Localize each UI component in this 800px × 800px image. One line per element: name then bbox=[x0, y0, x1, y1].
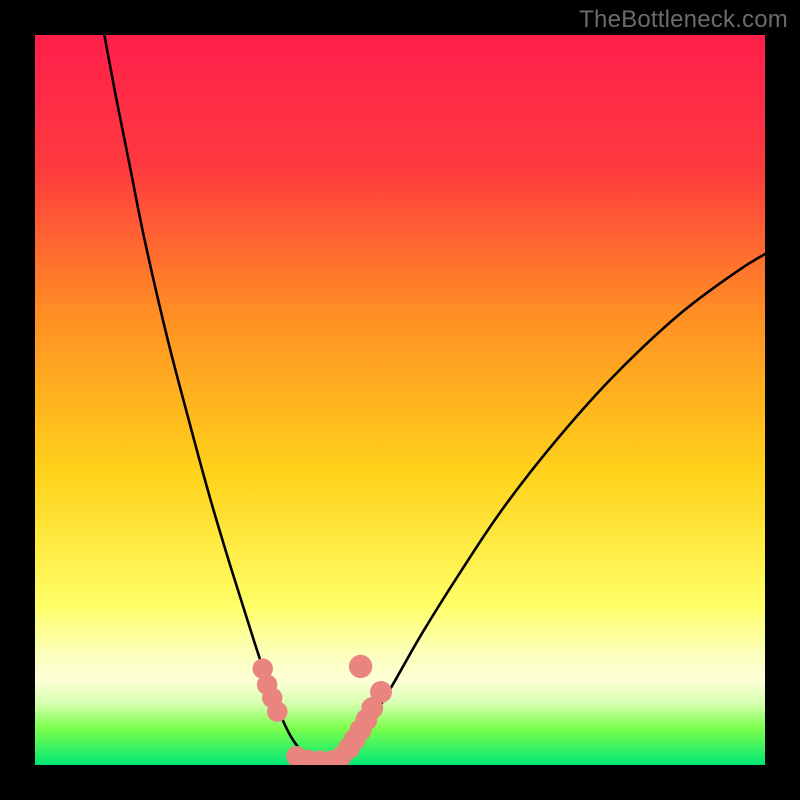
right-outlier-point bbox=[349, 655, 372, 678]
watermark-text: TheBottleneck.com bbox=[579, 6, 788, 34]
chart-svg bbox=[35, 35, 765, 765]
plot-area bbox=[35, 35, 765, 765]
gradient-background bbox=[35, 35, 765, 765]
chart-frame: TheBottleneck.com bbox=[0, 0, 800, 800]
right-cluster-point bbox=[370, 681, 392, 703]
left-cluster-point bbox=[267, 701, 287, 721]
